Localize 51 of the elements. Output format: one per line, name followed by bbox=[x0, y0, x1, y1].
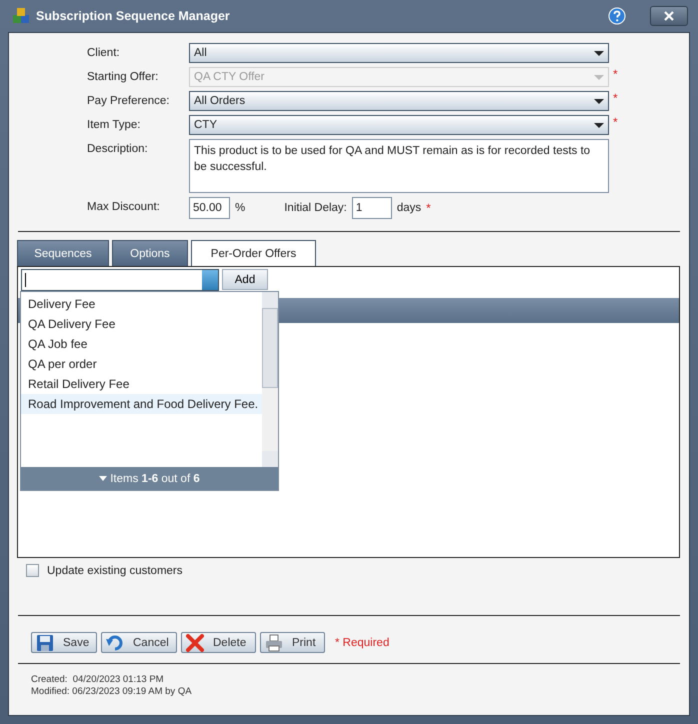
field-label: Starting Offer: bbox=[87, 70, 160, 85]
list-item[interactable]: QA per order bbox=[21, 354, 262, 374]
x-mark-icon bbox=[186, 634, 204, 652]
list-item[interactable]: Delivery Fee bbox=[21, 294, 262, 314]
list-item[interactable]: Retail Delivery Fee bbox=[21, 374, 262, 394]
scrollbar[interactable] bbox=[262, 292, 278, 467]
field-label: Item Type: bbox=[87, 118, 142, 133]
list-item[interactable]: QA Delivery Fee bbox=[21, 314, 262, 334]
combo-field[interactable] bbox=[21, 269, 219, 291]
cubes-icon bbox=[12, 7, 30, 25]
dropdown-field[interactable]: All bbox=[189, 43, 609, 63]
required-mark: * bbox=[613, 91, 618, 105]
delete-button[interactable]: Delete bbox=[181, 632, 256, 653]
unit-label: days bbox=[396, 202, 422, 214]
field-label: Max Discount: bbox=[87, 200, 161, 215]
required-note: * Required bbox=[335, 636, 390, 648]
required-mark: * bbox=[613, 67, 618, 81]
dropdown-field: QA CTY Offer bbox=[189, 67, 609, 87]
dropdown-field[interactable]: All Orders bbox=[189, 91, 609, 111]
checkbox[interactable] bbox=[26, 564, 39, 577]
pager-text: Items 1-6 out of 6 bbox=[110, 472, 200, 484]
list-item[interactable]: QA Job fee bbox=[21, 334, 262, 354]
close-button[interactable] bbox=[650, 6, 688, 26]
checkbox-label: Update existing customers bbox=[47, 564, 183, 576]
save-button[interactable]: Save bbox=[31, 632, 97, 653]
required-mark: * bbox=[613, 115, 618, 129]
dropdown-field[interactable]: CTY bbox=[189, 115, 609, 135]
discount-field[interactable]: 50.00 bbox=[189, 197, 230, 219]
printer-icon bbox=[265, 634, 283, 652]
cancel-button[interactable]: Cancel bbox=[101, 632, 177, 653]
field-label: Description: bbox=[87, 142, 149, 157]
required-mark: * bbox=[426, 201, 431, 215]
audit-text: Created: 04/20/2023 01:13 PM bbox=[31, 674, 165, 686]
tab[interactable]: Per-Order Offers bbox=[191, 240, 316, 266]
unit-label: % bbox=[235, 202, 246, 214]
description-field[interactable]: This product is to be used for QA and MUST remain as is for recorded tests to be successful. bbox=[189, 139, 609, 193]
print-button[interactable]: Print bbox=[260, 632, 325, 653]
tab[interactable]: Options bbox=[112, 240, 188, 266]
field-label: Pay Preference: bbox=[87, 94, 170, 109]
field-label: Initial Delay: bbox=[284, 202, 347, 214]
close-icon bbox=[664, 11, 674, 21]
caret-icon bbox=[99, 476, 108, 482]
list-item[interactable]: Road Improvement and Food Delivery Fee. bbox=[21, 394, 262, 414]
delay-field[interactable]: 1 bbox=[352, 197, 392, 219]
add-button[interactable]: Add bbox=[222, 269, 268, 290]
help-icon[interactable] bbox=[608, 7, 626, 25]
audit-text: Modified: 06/23/2023 09:19 AM by QA bbox=[31, 686, 193, 698]
tab[interactable]: Sequences bbox=[17, 240, 109, 266]
field-label: Client: bbox=[87, 46, 121, 61]
window-title: Subscription Sequence Manager bbox=[36, 9, 230, 23]
undo-arrow-icon bbox=[106, 634, 124, 652]
